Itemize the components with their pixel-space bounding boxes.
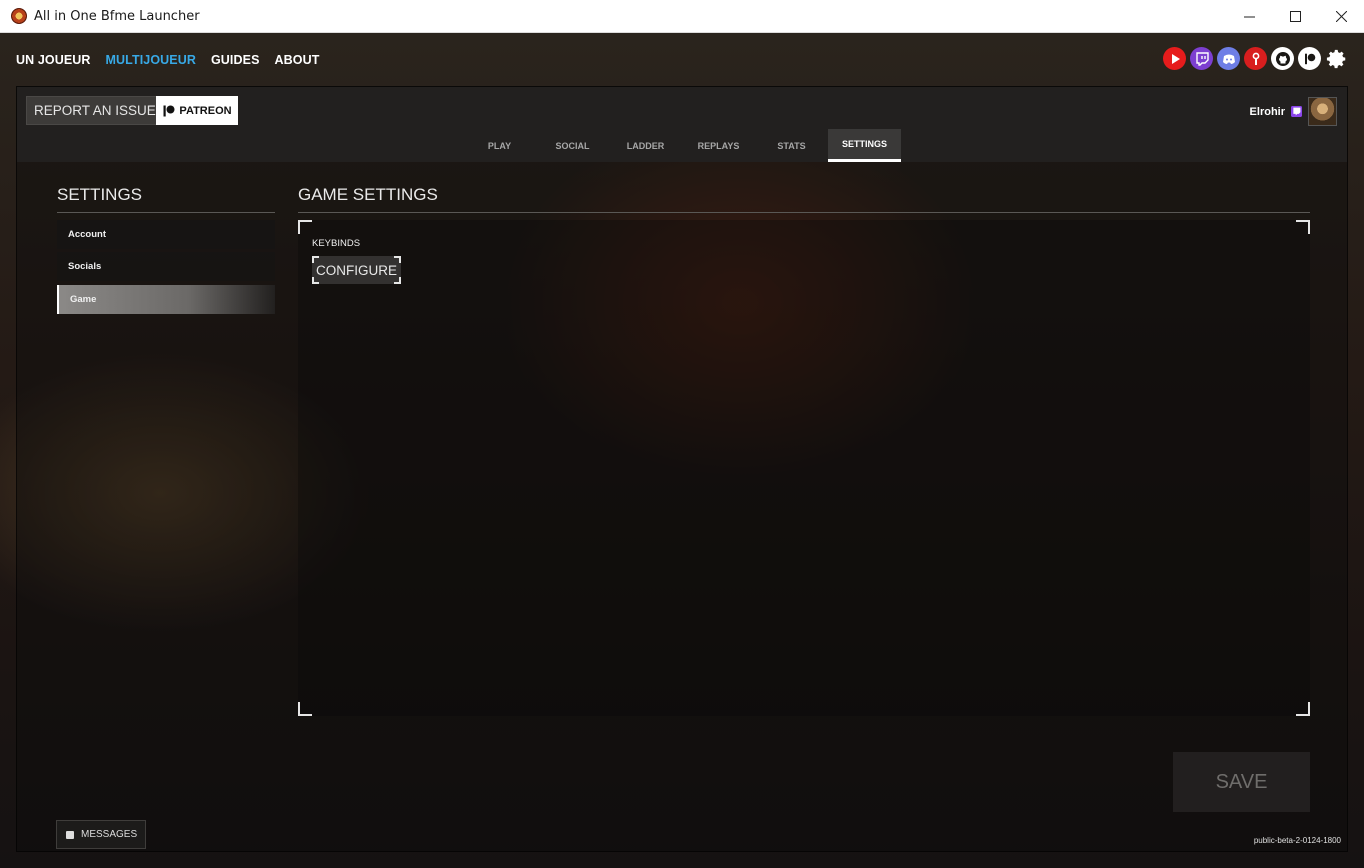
tab-settings[interactable]: SETTINGS [828,129,901,162]
twitch-badge-icon [1291,106,1302,117]
button-corner [312,256,319,263]
configure-label: CONFIGURE [316,262,397,278]
frame-corner [298,220,312,234]
messages-label: MESSAGES [81,829,138,840]
nav-un-joueur[interactable]: UN JOUEUR [16,53,91,67]
window-controls [1226,0,1364,33]
configure-keybinds-button[interactable]: CONFIGURE [312,256,401,284]
minimize-button[interactable] [1226,0,1272,33]
tab-ladder[interactable]: LADDER [609,129,682,162]
window-title: All in One Bfme Launcher [34,8,200,24]
game-settings-frame: KEYBINDS CONFIGURE [298,220,1310,716]
patreon-button[interactable]: PATREON [156,96,238,125]
button-corner [394,256,401,263]
app-root: UN JOUEUR MULTIJOUEUR GUIDES ABOUT REPOR… [0,33,1364,868]
tab-stats[interactable]: STATS [755,129,828,162]
messages-button[interactable]: MESSAGES [56,820,146,849]
username: Elrohir [1249,105,1285,118]
section-tabs: PLAY SOCIAL LADDER REPLAYS STATS SETTING… [463,129,901,162]
youtube-icon[interactable] [1163,47,1186,70]
chat-bubble-icon [66,830,74,839]
close-icon [1335,11,1347,22]
tab-social[interactable]: SOCIAL [536,129,609,162]
nav-guides[interactable]: GUIDES [211,53,260,67]
settings-sidebar-title: SETTINGS [57,185,143,204]
sidebar-item-socials[interactable]: Socials [57,252,275,281]
game-settings-title: GAME SETTINGS [298,185,438,204]
patreon-label: PATREON [179,104,232,117]
modding-tool-icon[interactable] [1244,47,1267,70]
keybinds-label: KEYBINDS [312,238,361,249]
panel-header: REPORT AN ISSUE PATREON Elrohir PLAY SOC… [17,87,1347,162]
minimize-icon [1243,16,1255,18]
game-settings-divider [298,212,1310,213]
user-profile[interactable]: Elrohir [1250,97,1337,126]
nav-multijoueur[interactable]: MULTIJOUEUR [106,53,196,67]
window-titlebar: All in One Bfme Launcher [0,0,1364,33]
sidebar-divider [57,212,275,213]
patreon-icon[interactable] [1298,47,1321,70]
twitch-icon[interactable] [1190,47,1213,70]
button-corner [312,277,319,284]
sidebar-item-account[interactable]: Account [57,220,275,249]
close-button[interactable] [1318,0,1364,33]
tab-replays[interactable]: REPLAYS [682,129,755,162]
maximize-button[interactable] [1272,0,1318,33]
patreon-logo-icon [163,105,175,116]
save-button[interactable]: SAVE [1173,752,1310,812]
maximize-icon [1289,11,1301,22]
frame-corner [1296,702,1310,716]
top-navigation: UN JOUEUR MULTIJOUEUR GUIDES ABOUT [16,53,319,67]
tab-play[interactable]: PLAY [463,129,536,162]
version-label: public-beta-2-0124-1800 [1253,836,1341,845]
report-issue-button[interactable]: REPORT AN ISSUE [26,96,164,125]
nav-about[interactable]: ABOUT [275,53,320,67]
discord-icon[interactable] [1217,47,1240,70]
main-panel: REPORT AN ISSUE PATREON Elrohir PLAY SOC… [16,86,1348,852]
frame-corner [1296,220,1310,234]
github-icon[interactable] [1271,47,1294,70]
button-corner [394,277,401,284]
app-logo-icon [11,8,27,24]
frame-corner [298,702,312,716]
social-links [1163,47,1348,70]
sidebar-item-game[interactable]: Game [57,285,275,314]
avatar[interactable] [1308,97,1337,126]
settings-gear-icon[interactable] [1325,47,1348,70]
